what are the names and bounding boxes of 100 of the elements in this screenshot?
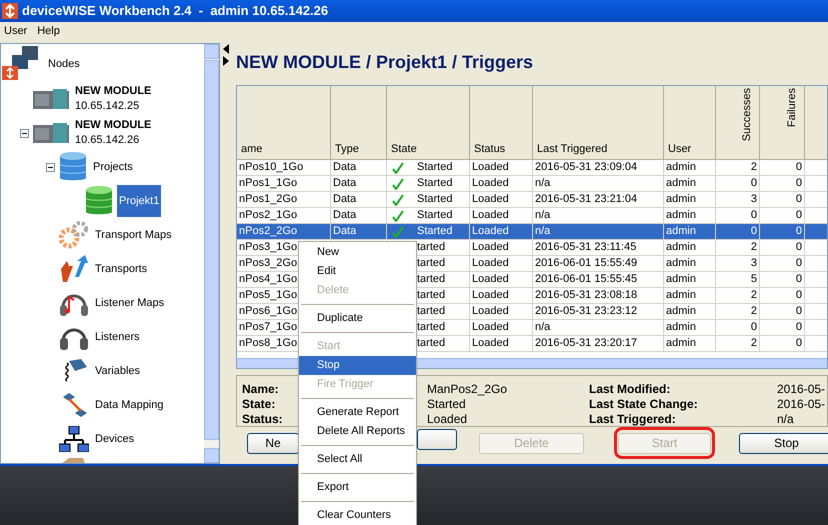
table-cell: 3 <box>750 192 757 207</box>
detail-value: Loaded <box>427 412 468 426</box>
table-cell: Loaded <box>472 272 509 287</box>
collapse-icon[interactable] <box>46 162 55 172</box>
table-cell: 2016-05-31 23:09:04 <box>535 160 638 175</box>
menu-item[interactable]: Export <box>299 478 416 497</box>
column-header[interactable]: Status <box>470 86 533 160</box>
expand-right-icon[interactable] <box>223 56 229 66</box>
window-title: deviceWISE Workbench 2.4 - admin 10.65.142.26 <box>22 2 328 20</box>
menu-item[interactable]: Clear Counters <box>299 506 416 525</box>
table-cell: Data <box>333 208 356 223</box>
table-row[interactable]: nPos1_2Go Data Started Loaded 2016-05-31 23:21:04 admin 3 0 <box>237 192 827 208</box>
table-cell: n/a <box>535 320 550 335</box>
table-cell: Started <box>417 224 452 239</box>
table-cell: nPos1_1Go <box>239 176 298 191</box>
table-cell: 0 <box>796 304 802 319</box>
table-cell: Loaded <box>472 320 509 335</box>
table-cell: Loaded <box>472 160 509 175</box>
table-cell: 0 <box>796 240 802 255</box>
table-cell: nPos10_1Go <box>239 160 304 175</box>
table-cell: 0 <box>796 272 802 287</box>
network-icon <box>59 426 89 452</box>
node-name[interactable]: NEW MODULE <box>75 118 152 133</box>
collapse-left-icon[interactable] <box>223 44 229 54</box>
table-cell: 0 <box>796 160 802 175</box>
table-cell: 0 <box>796 192 802 207</box>
table-cell: nPos5_1Go <box>239 288 298 303</box>
table-cell: 0 <box>796 256 802 271</box>
table-cell: Loaded <box>472 224 509 239</box>
table-cell: Loaded <box>472 304 509 319</box>
column-header[interactable]: Type <box>331 86 387 160</box>
detail-value: Started <box>427 397 467 412</box>
table-cell: admin <box>666 192 696 207</box>
table-cell: 0 <box>796 336 802 351</box>
table-cell: nPos4_1Go <box>239 272 298 287</box>
table-cell: 2 <box>750 336 757 351</box>
gears-icon <box>59 221 89 249</box>
table-cell: admin <box>666 336 696 351</box>
database-icon <box>59 151 87 183</box>
table-cell: 5 <box>750 272 757 287</box>
table-cell: 2016-05-31 23:23:12 <box>535 304 638 319</box>
table-cell: Data <box>333 160 356 175</box>
table-cell: Started <box>417 160 452 175</box>
table-cell: 0 <box>796 320 802 335</box>
menu-item[interactable]: Generate Report <box>299 403 416 422</box>
partial-button[interactable] <box>417 429 457 450</box>
menu-item[interactable]: Stop <box>299 356 416 375</box>
node-name[interactable]: NEW MODULE <box>75 84 152 99</box>
column-header[interactable]: ame <box>237 86 331 160</box>
table-cell: tarted <box>417 336 446 351</box>
table-cell: tarted <box>417 272 446 287</box>
column-header[interactable]: User <box>664 86 716 160</box>
table-cell: 0 <box>796 176 802 191</box>
table-cell: Loaded <box>472 208 509 223</box>
table-cell: 2 <box>750 240 757 255</box>
action-button[interactable]: Ne <box>247 432 299 454</box>
menu-item[interactable]: User <box>0 22 32 40</box>
action-button[interactable]: Stop <box>739 432 828 454</box>
tree-item[interactable]: Projekt1 <box>117 184 162 218</box>
table-cell: Loaded <box>472 288 509 303</box>
table-cell: Started <box>417 192 452 207</box>
table-cell: admin <box>666 272 696 287</box>
column-header[interactable]: Failures <box>760 86 805 160</box>
detail-value: n/a <box>777 412 795 426</box>
table-cell: admin <box>666 304 696 319</box>
menu-item[interactable]: Select All <box>299 450 416 469</box>
table-cell: admin <box>666 240 696 255</box>
table-cell: 0 <box>750 320 757 335</box>
table-cell: 2016-05-31 23:20:17 <box>535 336 638 351</box>
table-cell: admin <box>666 208 696 223</box>
table-cell: Data <box>333 176 356 191</box>
table-cell: Data <box>333 192 356 207</box>
table-cell: admin <box>666 224 696 239</box>
table-row[interactable]: nPos10_1Go Data Started Loaded 2016-05-31 23:09:04 admin 2 0 <box>237 160 827 176</box>
transfer-arrows-icon <box>59 255 89 283</box>
vertical-scrollbar[interactable] <box>204 44 219 463</box>
menu-item[interactable]: Help <box>33 22 64 40</box>
table-cell: n/a <box>535 224 550 239</box>
menu-item[interactable]: Delete All Reports <box>299 422 416 441</box>
detail-label: Name: <box>242 382 279 397</box>
column-header[interactable]: Successes <box>716 86 760 160</box>
table-cell: nPos3_2Go <box>239 256 298 271</box>
table-cell: 2 <box>750 160 757 175</box>
detail-label: Last Modified: <box>589 382 672 397</box>
table-cell: 2016-06-01 15:55:45 <box>535 272 638 287</box>
table-cell: Loaded <box>472 256 509 271</box>
collapse-icon[interactable] <box>20 128 29 138</box>
database-icon <box>85 185 113 217</box>
table-cell: tarted <box>417 240 446 255</box>
table-row[interactable]: nPos2_2Go Data Started Loaded n/a admin 0 0 <box>237 224 827 240</box>
column-header[interactable]: State <box>387 86 470 160</box>
detail-label: Status: <box>242 412 283 426</box>
table-cell: 2016-05-31 23:21:04 <box>535 192 638 207</box>
table-cell: 0 <box>796 288 802 303</box>
table-cell: nPos7_1Go <box>239 320 298 335</box>
table-cell: tarted <box>417 320 446 335</box>
table-cell: admin <box>666 160 696 175</box>
detail-value: 2016-05- <box>777 382 826 397</box>
column-header[interactable]: Last Triggered <box>533 86 664 160</box>
table-row[interactable]: nPos1_1Go Data Started Loaded n/a admin 0 0 <box>237 176 827 192</box>
